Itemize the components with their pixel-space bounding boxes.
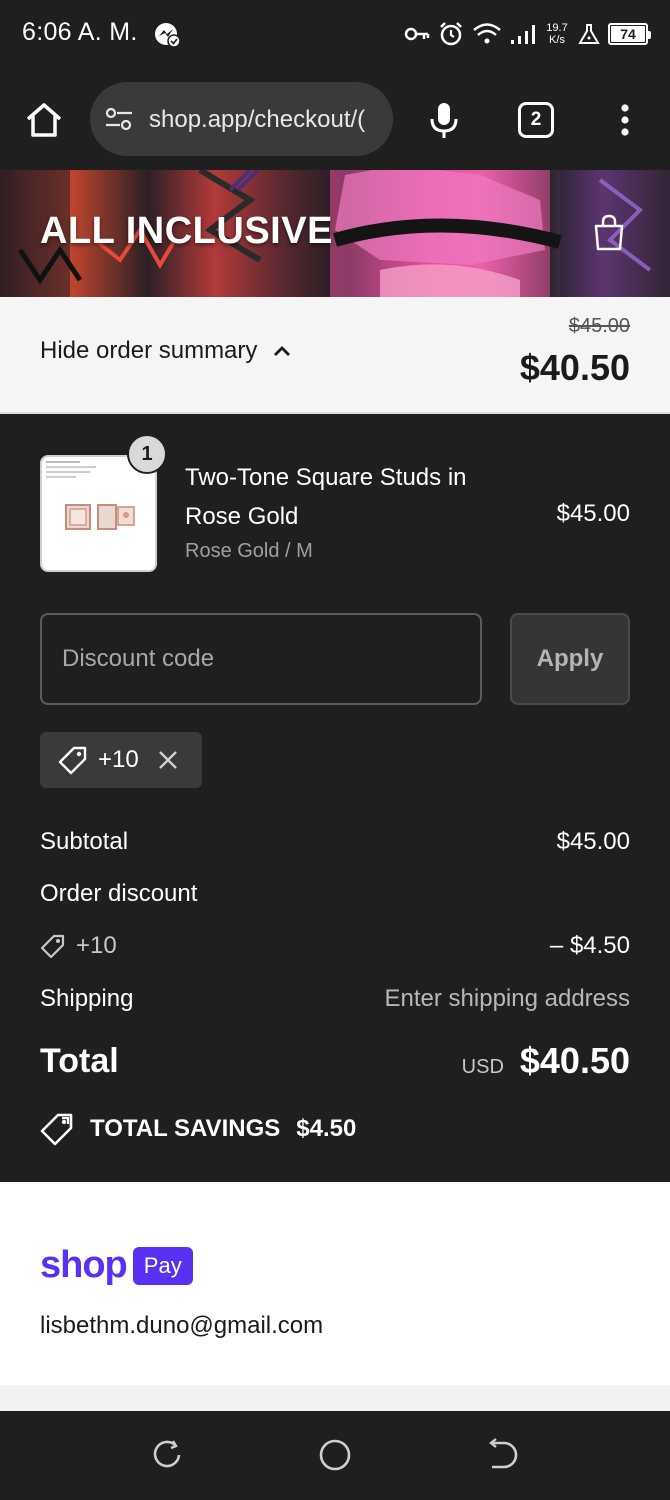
product-image [46,461,135,530]
pay-badge: Pay [132,1246,193,1285]
discount-code-label: +10 [76,932,117,959]
original-price: $45.00 [568,315,630,337]
shipping-value: Enter shipping address [384,985,630,1012]
url-text[interactable]: shop.app/checkout/( [149,106,365,134]
status-icons: 19.7 K/s 74 [404,18,651,50]
signal-icon [511,25,535,44]
discount-code-row: +10 – $4.50 [40,932,630,960]
total-savings: TOTAL SAVINGS $4.50 [40,1112,356,1146]
hide-order-summary-toggle[interactable]: Hide order summary [40,337,293,365]
total-amount: USD $40.50 [462,1040,630,1082]
product-variant: Rose Gold / M [185,540,313,562]
home-circle-icon[interactable] [317,1437,353,1473]
back-icon[interactable] [484,1437,520,1473]
product-price: $45.00 [556,500,630,527]
store-title: ALL INCLUSIVE [40,210,333,252]
subtotal-row: Subtotal $45.00 [40,828,630,856]
applied-discount-chip: +10 [40,732,202,788]
more-vert-icon[interactable] [610,100,640,140]
tag-icon [40,934,65,959]
tag-icon [58,746,87,775]
summary-toggle-label: Hide order summary [40,337,258,364]
net-speed: 19.7 K/s [544,22,570,46]
apply-button[interactable]: Apply [510,613,630,705]
product-name: Two-Tone Square Studs in Rose Gold [185,464,467,530]
total-label: Total [40,1041,119,1080]
chevron-up-icon [274,346,291,356]
status-bar: 6:06 A. M. 19.7 K/s 74 [0,0,670,70]
key-icon [404,27,430,41]
discount-code-input[interactable] [40,613,482,705]
messenger-badge-icon [155,23,180,48]
mic-icon[interactable] [424,100,464,140]
total-row: Total USD $40.50 [40,1040,630,1082]
tab-count: 2 [530,109,542,130]
shop-pay-logo[interactable]: shop Pay [40,1244,193,1287]
order-summary-bar: Hide order summary $45.00 $40.50 [0,297,670,414]
tabs-icon[interactable]: 2 [518,102,554,138]
browser-toolbar: shop.app/checkout/( 2 [0,70,670,170]
order-discount-label: Order discount [40,880,198,907]
shipping-row: Shipping Enter shipping address [40,985,630,1013]
subtotal-value: $45.00 [556,828,630,855]
shipping-label: Shipping [40,985,134,1012]
battery-icon: 74 [608,23,651,45]
quantity-badge: 1 [127,434,167,474]
net-speed-value: 19.7 [546,22,568,34]
status-time: 6:06 A. M. [22,18,138,46]
total-value: $40.50 [519,1040,630,1081]
address-bar[interactable]: shop.app/checkout/( [90,82,393,156]
alarm-icon [440,22,462,46]
shop-pay-section: shop Pay lisbethm.duno@gmail.com [0,1182,670,1385]
shopping-bag-icon[interactable] [592,214,626,252]
subtotal-label: Subtotal [40,828,129,855]
savings-label: TOTAL SAVINGS [90,1115,281,1142]
shop-wordmark: shop [40,1244,128,1286]
home-icon[interactable] [22,98,66,142]
savings-value: $4.50 [296,1115,357,1142]
recents-icon[interactable] [149,1437,185,1473]
discount-value: – $4.50 [549,932,630,959]
flask-icon [578,24,600,44]
close-icon[interactable] [157,749,179,771]
applied-code-label: +10 [98,746,139,773]
net-speed-unit: K/s [549,34,565,46]
currency-code: USD [461,1056,504,1078]
section-divider [0,1385,670,1411]
store-banner: ALL INCLUSIVE [0,170,670,297]
order-discount-row: Order discount [40,880,630,908]
savings-tag-icon [40,1113,73,1146]
account-email: lisbethm.duno@gmail.com [40,1312,324,1339]
summary-total: $40.50 [519,347,630,388]
system-nav-bar [0,1411,670,1500]
tune-icon[interactable] [104,106,134,132]
discount-code: +10 [40,932,117,960]
battery-level: 74 [611,26,645,42]
wifi-icon [473,23,501,44]
